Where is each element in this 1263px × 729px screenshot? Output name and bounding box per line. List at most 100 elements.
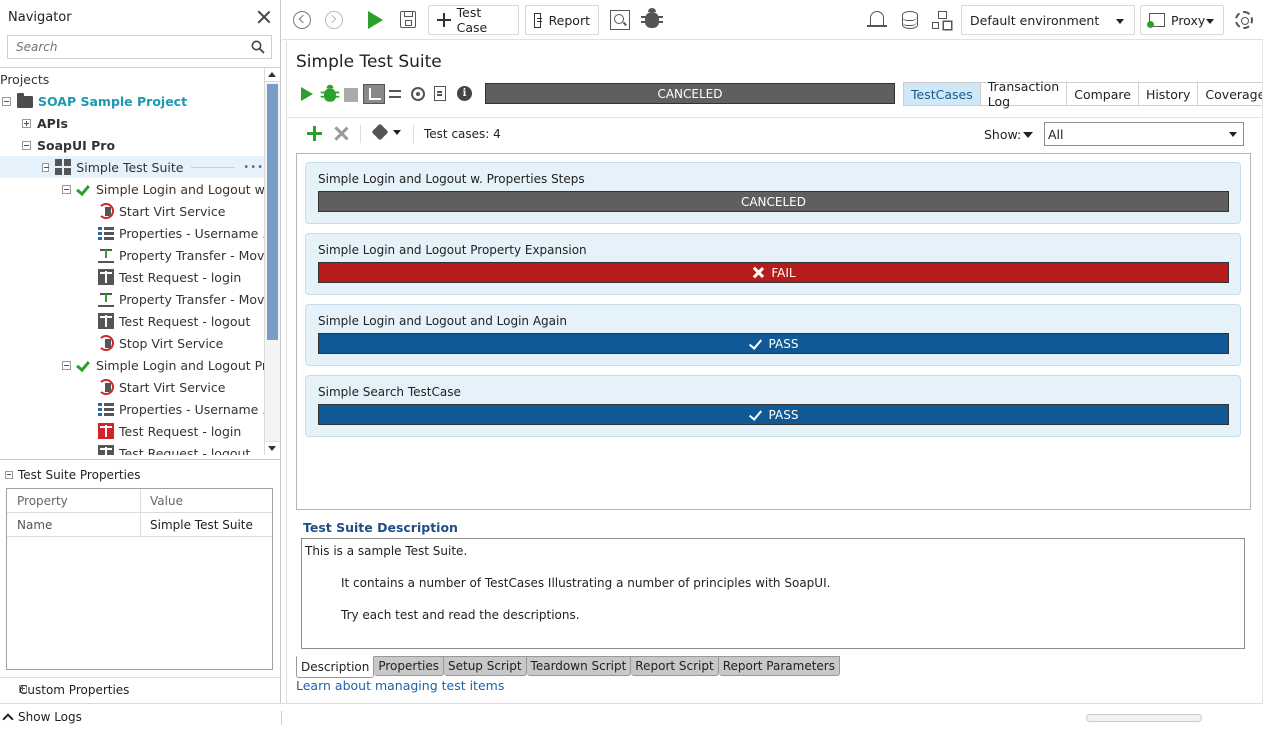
tree-item-step[interactable]: Property Transfer - Mov... bbox=[98, 244, 264, 266]
tree-item-step[interactable]: Test Request - logout bbox=[98, 442, 250, 455]
sequential-mode-icon[interactable] bbox=[363, 84, 385, 104]
column-header-property[interactable]: Property bbox=[7, 489, 141, 512]
tab-setup-script[interactable]: Setup Script bbox=[444, 656, 527, 676]
tree-item-label: Simple Test Suite bbox=[76, 159, 184, 175]
chevron-down-icon[interactable] bbox=[393, 130, 401, 135]
database-icon[interactable] bbox=[902, 11, 918, 29]
tab-history[interactable]: History bbox=[1138, 83, 1199, 105]
tree-item-step[interactable]: Properties - Username ... bbox=[98, 222, 264, 244]
bug-icon[interactable] bbox=[641, 8, 663, 28]
inspect-icon[interactable] bbox=[610, 10, 630, 30]
debug-icon[interactable] bbox=[320, 84, 340, 102]
property-value-cell[interactable]: Simple Test Suite bbox=[141, 518, 253, 532]
close-icon[interactable] bbox=[256, 9, 272, 25]
add-icon[interactable] bbox=[307, 126, 322, 141]
tree-item-step[interactable]: Start Virt Service bbox=[98, 200, 225, 222]
status-label: CANCELED bbox=[740, 194, 807, 209]
proxy-button[interactable]: Proxy bbox=[1140, 5, 1224, 35]
tab-properties[interactable]: Properties bbox=[374, 656, 444, 676]
scroll-down-icon[interactable] bbox=[265, 441, 280, 455]
tab-report-parameters[interactable]: Report Parameters bbox=[718, 656, 840, 676]
tree-item-apis[interactable]: APIs bbox=[22, 112, 68, 134]
more-icon[interactable]: ••• bbox=[243, 162, 264, 173]
load-test-icon[interactable] bbox=[411, 87, 425, 101]
learn-more-link[interactable]: Learn about managing test items bbox=[296, 678, 504, 693]
tree-item-step[interactable]: Properties - Username ... bbox=[98, 398, 264, 420]
save-icon[interactable] bbox=[400, 11, 416, 28]
column-header-value[interactable]: Value bbox=[141, 494, 183, 508]
tab-teardown-script[interactable]: Teardown Script bbox=[526, 656, 632, 676]
navigator-title: Navigator bbox=[8, 9, 72, 25]
document-icon[interactable] bbox=[434, 86, 446, 101]
custom-properties-section[interactable]: Custom Properties bbox=[0, 677, 281, 703]
tree-item-test-case[interactable]: Simple Login and Logout Pr... bbox=[62, 354, 264, 376]
virt-service-icon bbox=[98, 335, 114, 351]
show-filter-select[interactable]: All bbox=[1044, 122, 1244, 146]
tree-item-label: Simple Login and Logout Pr... bbox=[96, 357, 264, 373]
properties-table: Property Value Name Simple Test Suite bbox=[6, 488, 273, 670]
parallel-mode-icon[interactable] bbox=[389, 87, 403, 101]
show-label: Show: bbox=[984, 127, 1022, 142]
scrollbar-thumb[interactable] bbox=[267, 84, 278, 340]
tab-report-script[interactable]: Report Script bbox=[631, 656, 719, 676]
collapse-icon[interactable] bbox=[2, 96, 11, 106]
scroll-up-icon[interactable] bbox=[265, 68, 280, 82]
info-icon[interactable]: i bbox=[457, 86, 472, 101]
description-textarea[interactable]: This is a sample Test Suite. It contains… bbox=[301, 538, 1245, 649]
back-icon[interactable] bbox=[293, 11, 311, 29]
pass-check-icon bbox=[749, 409, 763, 421]
tab-transaction-log[interactable]: Transaction Log bbox=[980, 79, 1068, 109]
table-header: Property Value bbox=[7, 489, 272, 513]
gear-icon[interactable] bbox=[1235, 11, 1253, 29]
stop-icon[interactable] bbox=[344, 88, 358, 102]
bell-icon[interactable] bbox=[867, 11, 887, 27]
tree-item-step[interactable]: Stop Virt Service bbox=[98, 332, 223, 354]
run-icon[interactable] bbox=[301, 87, 313, 101]
tag-icon[interactable] bbox=[371, 123, 389, 141]
network-icon[interactable] bbox=[932, 11, 952, 29]
tab-compare[interactable]: Compare bbox=[1067, 83, 1139, 105]
tab-description[interactable]: Description bbox=[296, 656, 375, 678]
test-case-card[interactable]: Simple Login and Logout w. Properties St… bbox=[305, 162, 1241, 224]
tab-coverage[interactable]: Coverage bbox=[1198, 83, 1263, 105]
tree-item-step[interactable]: Test Request - logout bbox=[98, 310, 250, 332]
test-request-icon bbox=[98, 269, 114, 285]
collapse-icon[interactable] bbox=[22, 140, 31, 150]
remove-icon[interactable] bbox=[334, 126, 348, 140]
test-case-card[interactable]: Simple Search TestCase PASS bbox=[305, 375, 1241, 437]
tree-item-label: Simple Login and Logout w. ... bbox=[96, 181, 264, 197]
collapse-icon[interactable] bbox=[62, 360, 71, 370]
collapse-icon[interactable] bbox=[5, 471, 13, 479]
tree-item-label: Properties - Username ... bbox=[119, 401, 264, 417]
add-test-case-button[interactable]: Test Case bbox=[428, 5, 519, 35]
environment-select[interactable]: Default environment bbox=[961, 5, 1135, 35]
virt-service-icon bbox=[98, 203, 114, 219]
test-case-card[interactable]: Simple Login and Logout and Login Again … bbox=[305, 304, 1241, 366]
tree-item-step[interactable]: Test Request - login bbox=[98, 266, 241, 288]
tree-item-test-suite[interactable]: Simple Test Suite ••• bbox=[0, 156, 264, 178]
bottom-tabs: Description Properties Setup Script Tear… bbox=[296, 656, 840, 678]
show-logs-button[interactable]: Show Logs bbox=[2, 710, 82, 725]
collapse-icon[interactable] bbox=[62, 184, 71, 194]
tree-item-step[interactable]: Test Request - login bbox=[98, 420, 241, 442]
test-case-card[interactable]: Simple Login and Logout Property Expansi… bbox=[305, 233, 1241, 295]
tree-item-soapui-pro[interactable]: SoapUI Pro bbox=[22, 134, 115, 156]
expand-icon[interactable] bbox=[22, 118, 31, 128]
search-box[interactable] bbox=[7, 35, 272, 59]
progress-indicator bbox=[1086, 714, 1202, 722]
run-icon[interactable] bbox=[368, 11, 383, 29]
search-icon[interactable] bbox=[251, 40, 265, 54]
chevron-down-icon[interactable] bbox=[1023, 132, 1033, 138]
tree-item-project[interactable]: SOAP Sample Project bbox=[2, 90, 187, 112]
tree-item-step[interactable]: Property Transfer - Mov... bbox=[98, 288, 264, 310]
search-input[interactable] bbox=[8, 36, 238, 58]
table-row[interactable]: Name Simple Test Suite bbox=[7, 513, 272, 537]
divider bbox=[360, 125, 361, 143]
tab-testcases[interactable]: TestCases bbox=[904, 83, 981, 105]
tree-item-step[interactable]: Start Virt Service bbox=[98, 376, 225, 398]
report-button[interactable]: Report bbox=[525, 5, 599, 35]
forward-icon[interactable] bbox=[325, 11, 343, 29]
collapse-icon[interactable] bbox=[42, 162, 50, 172]
tree-item-test-case[interactable]: Simple Login and Logout w. ... bbox=[62, 178, 264, 200]
tree-scrollbar[interactable] bbox=[264, 68, 280, 455]
